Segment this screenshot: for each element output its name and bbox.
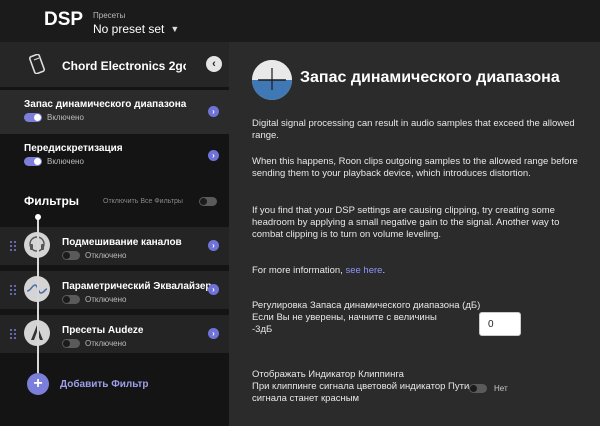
headroom-gain-input[interactable] — [479, 312, 521, 336]
add-filter-label: Добавить Фильтр — [60, 378, 149, 390]
clipping-indicator-label: Отображать Индикатор Клиппинга При клипп… — [252, 369, 482, 405]
chevron-right-icon[interactable]: › — [208, 150, 219, 161]
presets-label: Пресеты — [93, 11, 126, 20]
disable-all-filters-toggle[interactable] — [199, 197, 217, 206]
filter-status: Отключено — [85, 251, 127, 260]
caret-down-icon: ▼ — [170, 24, 180, 34]
resampling-toggle[interactable] — [24, 157, 42, 166]
page-title: DSP — [44, 9, 84, 30]
filter-name: Параметрический Эквалайзер — [62, 281, 212, 292]
more-info-text: For more information, see here. — [252, 265, 582, 277]
add-filter-button[interactable]: + Добавить Фильтр — [27, 373, 149, 395]
more-info-prefix: For more information, — [252, 265, 346, 276]
detail-panel: Запас динамического диапазона Digital si… — [229, 42, 600, 426]
back-chevron-button[interactable]: ‹ — [206, 56, 222, 72]
drag-handle-icon[interactable] — [10, 284, 16, 296]
disable-all-filters-label: Отключить Все Фильтры — [103, 198, 183, 205]
filters-title: Фильтры — [24, 194, 80, 208]
setting-resampling[interactable]: Передискретизация Включено › — [0, 134, 229, 178]
filter-name: Пресеты Audeze — [62, 325, 144, 336]
description-paragraph: If you find that your DSP settings are c… — [252, 205, 560, 240]
description-paragraph: When this happens, Roon clips outgoing s… — [252, 156, 578, 179]
device-header: Chord Electronics 2go ‹ — [0, 42, 229, 87]
sidebar: Chord Electronics 2go ‹ Запас динамическ… — [0, 42, 229, 426]
plus-icon: + — [27, 373, 49, 395]
setting-title: Передискретизация — [24, 143, 123, 154]
device-name: Chord Electronics 2go — [62, 59, 186, 73]
setting-status: Включено — [47, 157, 84, 166]
filter-audeze-presets[interactable]: Пресеты Audeze Отключено › — [0, 315, 229, 353]
signal-path-line — [37, 217, 39, 379]
filter-toggle[interactable] — [62, 251, 80, 260]
filter-status: Отключено — [85, 339, 127, 348]
filter-toggle[interactable] — [62, 295, 80, 304]
clipping-indicator-hint: При клиппинге сигнала цветовой индикатор… — [252, 381, 470, 404]
headroom-gain-title: Регулировка Запаса динамического диапазо… — [252, 300, 481, 311]
headroom-gain-hint: Если Вы не уверены, начните с величины -… — [252, 312, 437, 335]
chevron-right-icon[interactable]: › — [208, 328, 219, 339]
headroom-toggle[interactable] — [24, 113, 42, 122]
chevron-right-icon[interactable]: › — [208, 240, 219, 251]
more-info-suffix: . — [382, 265, 386, 276]
filter-toggle[interactable] — [62, 339, 80, 348]
headroom-gain-label: Регулировка Запаса динамического диапазо… — [252, 300, 492, 336]
filter-name: Подмешивание каналов — [62, 237, 182, 248]
presets-dropdown[interactable]: No preset set ▼ — [93, 22, 179, 36]
presets-value: No preset set — [93, 22, 165, 36]
panel-title: Запас динамического диапазона — [300, 69, 560, 86]
signal-path-start-dot — [35, 214, 41, 220]
setting-status: Включено — [47, 113, 84, 122]
setting-title: Запас динамического диапазона — [24, 99, 187, 110]
clipping-indicator-toggle[interactable] — [469, 384, 487, 393]
setting-headroom[interactable]: Запас динамического диапазона Включено › — [0, 90, 229, 134]
chevron-right-icon[interactable]: › — [208, 284, 219, 295]
see-here-link[interactable]: see here — [345, 265, 382, 276]
header: DSP Пресеты No preset set ▼ — [0, 0, 600, 42]
dsp-window: DSP Пресеты No preset set ▼ Chord Electr… — [0, 0, 600, 426]
clipping-indicator-state: Нет — [494, 384, 508, 393]
filter-parametric-eq[interactable]: Параметрический Эквалайзер Отключено › — [0, 271, 229, 309]
drag-handle-icon[interactable] — [10, 328, 16, 340]
filter-status: Отключено — [85, 295, 127, 304]
description-paragraph: Digital signal processing can result in … — [252, 118, 575, 141]
device-icon — [29, 54, 45, 74]
filter-channel-mixing[interactable]: Подмешивание каналов Отключено › — [0, 227, 229, 265]
chevron-right-icon[interactable]: › — [208, 106, 219, 117]
drag-handle-icon[interactable] — [10, 240, 16, 252]
filters-header: Фильтры Отключить Все Фильтры — [0, 188, 229, 214]
headroom-icon — [252, 60, 292, 100]
clipping-indicator-title: Отображать Индикатор Клиппинга — [252, 369, 404, 380]
